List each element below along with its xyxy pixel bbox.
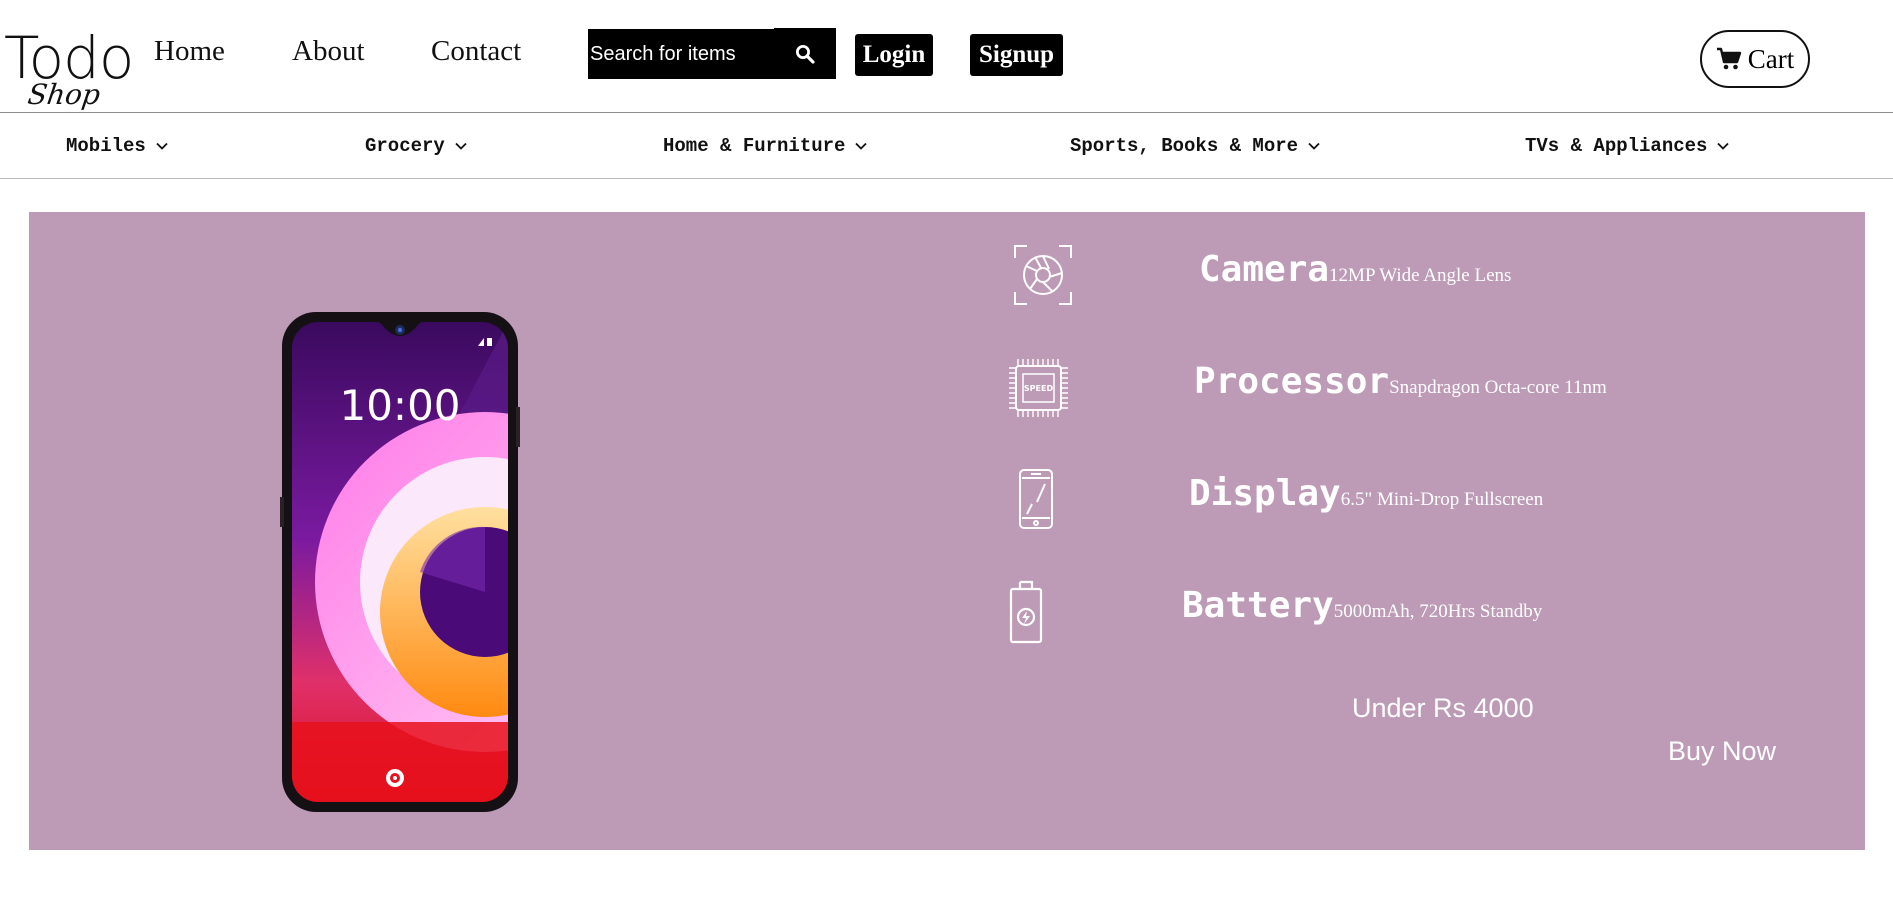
category-label: Mobiles xyxy=(66,135,146,157)
logo-subtext: Shop xyxy=(25,78,103,111)
feature-title: Processor xyxy=(1194,361,1390,402)
feature-title: Camera xyxy=(1199,249,1330,290)
nav-contact-link[interactable]: Contact xyxy=(431,34,521,68)
login-button[interactable]: Login xyxy=(855,34,933,76)
feature-desc: 5000mAh, 720Hrs Standby xyxy=(1333,601,1543,622)
feature-display: Display 6.5" Mini-Drop Fullscreen xyxy=(1189,474,1543,514)
feature-battery: Battery 5000mAh, 720Hrs Standby xyxy=(1182,586,1542,626)
feature-processor: Processor Snapdragon Octa-core 11nm xyxy=(1194,362,1607,402)
camera-aperture-icon xyxy=(1014,245,1072,305)
feature-desc: Snapdragon Octa-core 11nm xyxy=(1389,377,1607,398)
price-text: Under Rs 4000 xyxy=(1352,693,1534,723)
cart-label: Cart xyxy=(1747,44,1795,74)
category-sports-books[interactable]: Sports, Books & More xyxy=(1070,135,1320,157)
category-mobiles[interactable]: Mobiles xyxy=(66,135,168,157)
category-label: TVs & Appliances xyxy=(1525,135,1708,157)
site-header: Todo Shop Home About Contact Login Signu… xyxy=(0,0,1893,113)
feature-title: Display xyxy=(1189,473,1341,514)
cart-button[interactable]: Cart xyxy=(1700,30,1810,88)
feature-desc: 6.5" Mini-Drop Fullscreen xyxy=(1340,489,1544,510)
buy-now-button[interactable]: Buy Now xyxy=(1668,735,1776,767)
chevron-down-icon xyxy=(156,142,168,150)
chevron-down-icon xyxy=(1717,142,1730,150)
chevron-down-icon xyxy=(855,142,868,150)
smartphone-icon xyxy=(1019,469,1053,529)
promo-banner: 10:00 Camera 12MP Wide Angle Lens SPEED … xyxy=(29,212,1865,850)
signup-button[interactable]: Signup xyxy=(970,34,1063,76)
battery-icon xyxy=(1009,580,1043,644)
category-label: Grocery xyxy=(365,135,445,157)
category-home-furniture[interactable]: Home & Furniture xyxy=(663,135,868,157)
cart-icon xyxy=(1716,47,1741,70)
chevron-down-icon xyxy=(1308,142,1320,150)
search-icon xyxy=(796,44,815,64)
nav-about-link[interactable]: About xyxy=(292,34,365,68)
logo[interactable]: Todo Shop xyxy=(4,26,134,116)
category-label: Home & Furniture xyxy=(663,135,846,157)
category-grocery[interactable]: Grocery xyxy=(365,135,467,157)
processor-chip-icon: SPEED xyxy=(1009,359,1068,417)
feature-desc: 12MP Wide Angle Lens xyxy=(1329,265,1512,286)
phone-clock-text: 10:00 xyxy=(339,381,460,430)
chip-speed-text: SPEED xyxy=(1024,384,1054,393)
category-bar: Mobiles Grocery Home & Furniture Sports,… xyxy=(0,113,1893,179)
category-tvs-appliances[interactable]: TVs & Appliances xyxy=(1525,135,1730,157)
phone-product-image[interactable]: 10:00 xyxy=(280,312,520,812)
feature-camera: Camera 12MP Wide Angle Lens xyxy=(1199,250,1511,290)
feature-title: Battery xyxy=(1182,585,1334,626)
search-input[interactable] xyxy=(588,29,775,79)
category-label: Sports, Books & More xyxy=(1070,135,1299,157)
nav-home-link[interactable]: Home xyxy=(154,34,225,68)
search-button[interactable] xyxy=(774,28,836,79)
chevron-down-icon xyxy=(455,142,467,150)
search-bar xyxy=(588,28,836,79)
